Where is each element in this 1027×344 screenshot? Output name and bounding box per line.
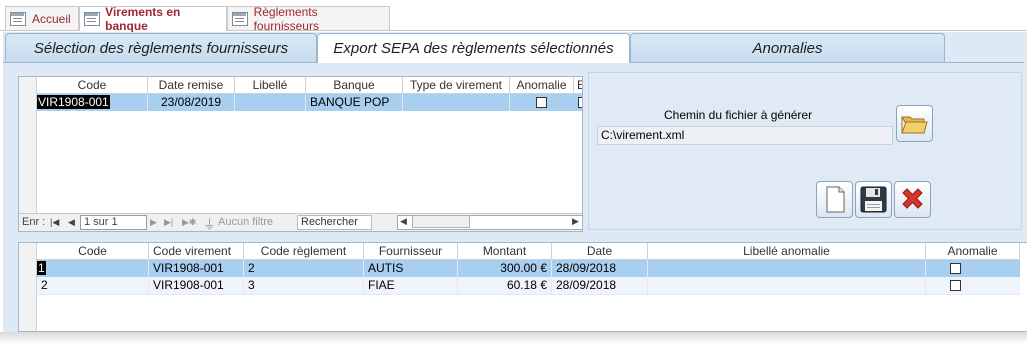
cell-date[interactable]: 28/09/2018 — [552, 260, 648, 277]
new-file-button[interactable] — [816, 181, 853, 218]
record-navigation-bar: Enr : |◀ ◀ 1 sur 1 ▶ ▶| ▶✱ ⏚ Aucun filtr… — [19, 213, 582, 231]
last-record-icon[interactable]: ▶| — [164, 217, 173, 228]
floppy-disk-icon — [860, 186, 887, 213]
virements-datasheet[interactable]: Code Date remise Libellé Banque Type de … — [18, 76, 583, 232]
next-record-icon[interactable]: ▶ — [150, 217, 157, 228]
column-header-type-virement[interactable]: Type de virement — [403, 77, 510, 94]
tab-label: Export SEPA des règlements sélectionnés — [333, 40, 614, 57]
doc-tab-reglements-fournisseurs[interactable]: Règlements fournisseurs — [227, 4, 390, 33]
column-header-code[interactable]: Code — [37, 77, 148, 94]
window-shadow — [0, 332, 1027, 344]
scroll-right-icon[interactable]: ▶ — [572, 216, 579, 227]
path-input[interactable]: C:\virement.xml — [597, 126, 893, 145]
cell-libelle-anomalie[interactable] — [648, 260, 926, 277]
new-record-icon[interactable]: ▶✱ — [182, 217, 196, 228]
ex-checkbox-partial[interactable] — [578, 97, 582, 108]
column-header-anomalie[interactable]: Anomalie — [926, 243, 1020, 260]
cell-code[interactable]: VIR1908-001 — [37, 94, 148, 111]
path-label: Chemin du fichier à générer — [664, 108, 813, 122]
cell-code-virement[interactable]: VIR1908-001 — [149, 277, 244, 294]
cell-banque[interactable]: BANQUE POP — [306, 94, 403, 111]
anomalie-checkbox[interactable] — [950, 263, 961, 274]
record-label: Enr : — [22, 216, 46, 228]
tab-anomalies[interactable]: Anomalies — [630, 33, 945, 62]
scroll-left-icon[interactable]: ◀ — [400, 216, 407, 227]
column-header-date-remise[interactable]: Date remise — [148, 77, 235, 94]
cell-type-virement[interactable] — [403, 94, 510, 111]
anomalie-checkbox[interactable] — [536, 97, 547, 108]
doc-tab-label: Accueil — [32, 11, 71, 26]
doc-tab-accueil[interactable]: Accueil — [5, 6, 79, 30]
tab-label: Anomalies — [752, 39, 823, 57]
save-button[interactable] — [855, 181, 892, 218]
first-record-icon[interactable]: |◀ — [50, 217, 59, 228]
filter-icon[interactable]: ⏚ — [203, 214, 216, 231]
selected-text: VIR1908-001 — [37, 95, 110, 109]
anomalie-checkbox[interactable] — [950, 280, 961, 291]
doc-tab-label: Virements en banque — [105, 5, 181, 33]
tab-export-sepa[interactable]: Export SEPA des règlements sélectionnés — [317, 33, 630, 63]
cell-date-remise[interactable]: 23/08/2019 — [148, 94, 235, 111]
doc-tab-label: Règlements fournisseurs — [253, 4, 319, 33]
form-icon — [10, 11, 26, 26]
column-header-fournisseur[interactable]: Fournisseur — [364, 243, 458, 260]
reglements-datasheet[interactable]: Code Code virement Code règlement Fourni… — [18, 242, 1027, 332]
column-header-libelle-anomalie[interactable]: Libellé anomalie — [648, 243, 926, 260]
tab-label: Sélection des règlements fournisseurs — [33, 39, 289, 57]
column-header-code-virement[interactable]: Code virement — [149, 243, 244, 260]
cell-libelle[interactable] — [235, 94, 306, 111]
form-icon — [84, 12, 100, 26]
blank-page-icon — [826, 186, 845, 213]
column-header-code[interactable]: Code — [37, 243, 149, 260]
row-selector-column[interactable] — [19, 77, 37, 215]
cell-code-virement[interactable]: VIR1908-001 — [149, 260, 244, 277]
search-input[interactable]: Rechercher — [297, 215, 372, 230]
record-position-input[interactable]: 1 sur 1 — [80, 215, 147, 230]
form-icon — [232, 11, 248, 26]
column-header-banque[interactable]: Banque — [306, 77, 403, 94]
cell-code[interactable]: 2 — [37, 277, 149, 294]
column-header-anomalie[interactable]: Anomalie — [510, 77, 574, 94]
export-panel — [588, 72, 1022, 230]
scrollbar-thumb[interactable] — [412, 215, 470, 228]
browse-folder-button[interactable] — [896, 105, 933, 142]
selected-text: 1 — [37, 261, 46, 275]
cell-fournisseur[interactable]: FIAE — [364, 277, 458, 294]
cell-code[interactable]: 1 — [37, 260, 149, 277]
cell-code-reglement[interactable]: 3 — [244, 277, 364, 294]
red-x-icon — [902, 188, 923, 209]
column-header-code-reglement[interactable]: Code règlement — [244, 243, 364, 260]
column-header-libelle[interactable]: Libellé — [235, 77, 306, 94]
doc-tab-virements-en-banque[interactable]: Virements en banque — [79, 5, 227, 33]
filter-status[interactable]: Aucun filtre — [218, 216, 273, 228]
new-record-row[interactable] — [37, 294, 1020, 312]
tab-selection-reglements[interactable]: Sélection des règlements fournisseurs — [5, 33, 317, 62]
column-header-date[interactable]: Date — [552, 243, 648, 260]
previous-record-icon[interactable]: ◀ — [68, 217, 75, 228]
cell-montant[interactable]: 60.18 € — [458, 277, 552, 294]
cell-montant[interactable]: 300.00 € — [458, 260, 552, 277]
document-tab-bar: Accueil Virements en banque Règlements f… — [0, 0, 1027, 33]
row-selector-column[interactable] — [19, 243, 37, 331]
folder-icon — [901, 116, 928, 134]
cell-libelle-anomalie[interactable] — [648, 277, 926, 294]
cell-fournisseur[interactable]: AUTIS — [364, 260, 458, 277]
column-header-montant[interactable]: Montant — [458, 243, 552, 260]
cell-date[interactable]: 28/09/2018 — [552, 277, 648, 294]
cell-code-reglement[interactable]: 2 — [244, 260, 364, 277]
cancel-button[interactable] — [894, 181, 931, 218]
column-header-ex[interactable]: Ex — [574, 77, 582, 94]
